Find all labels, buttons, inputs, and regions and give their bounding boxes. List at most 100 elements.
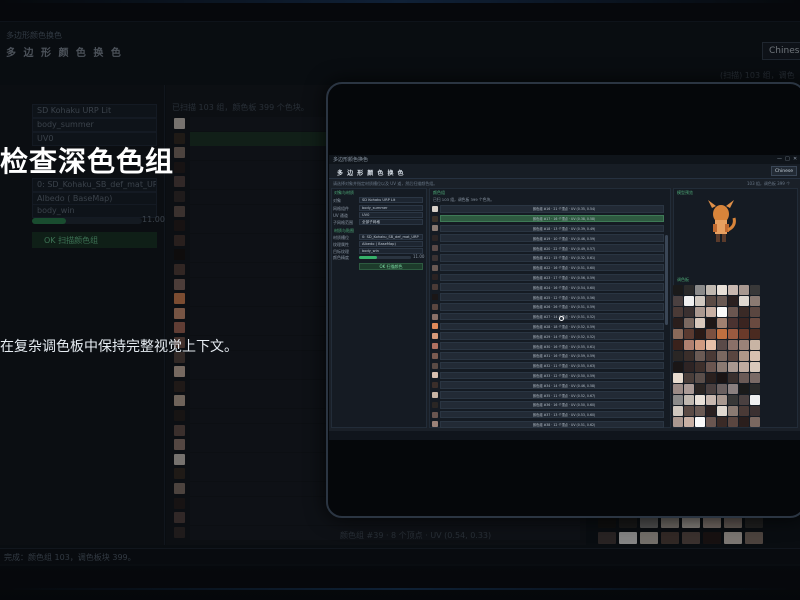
color-group-row[interactable]: 颜色组 #26 · 26 个顶点 · UV (0.51, 0.59) bbox=[431, 302, 665, 312]
palette-cell[interactable] bbox=[684, 384, 694, 394]
palette-cell[interactable] bbox=[728, 384, 738, 394]
palette-cell[interactable] bbox=[739, 329, 749, 339]
color-group-row[interactable]: 颜色组 #34 · 14 个顶点 · UV (0.46, 0.58) bbox=[431, 380, 665, 390]
palette-cell[interactable] bbox=[739, 340, 749, 350]
palette-cell[interactable] bbox=[717, 340, 727, 350]
palette-cell[interactable] bbox=[717, 318, 727, 328]
palette-cell[interactable] bbox=[750, 373, 760, 383]
uv-channel-select[interactable]: UV0 bbox=[359, 212, 423, 218]
palette-cell[interactable] bbox=[739, 351, 749, 361]
palette-cell[interactable] bbox=[673, 406, 683, 416]
palette-cell[interactable] bbox=[706, 318, 716, 328]
palette-cell[interactable] bbox=[750, 296, 760, 306]
color-group-row[interactable]: 颜色组 #27 · 14 个顶点 · UV (0.51, 0.52) bbox=[431, 312, 665, 322]
color-group-row[interactable]: 颜色组 #17 · 16 个顶点 · UV (0.38, 0.58) bbox=[431, 214, 665, 224]
color-group-row[interactable]: 颜色组 #35 · 11 个顶点 · UV (0.52, 0.67) bbox=[431, 390, 665, 400]
palette-cell[interactable] bbox=[695, 285, 705, 295]
palette-cell[interactable] bbox=[695, 296, 705, 306]
color-group-row[interactable]: 颜色组 #18 · 13 个顶点 · UV (0.39, 0.49) bbox=[431, 224, 665, 234]
palette-cell[interactable] bbox=[750, 406, 760, 416]
color-group-row[interactable]: 颜色组 #25 · 12 个顶点 · UV (0.55, 0.56) bbox=[431, 292, 665, 302]
palette-cell[interactable] bbox=[673, 329, 683, 339]
palette-cell[interactable] bbox=[684, 373, 694, 383]
palette-cell[interactable] bbox=[728, 285, 738, 295]
palette-cell[interactable] bbox=[695, 373, 705, 383]
palette-cell[interactable] bbox=[684, 417, 694, 427]
palette-cell[interactable] bbox=[695, 318, 705, 328]
language-select[interactable]: Chinese bbox=[771, 166, 797, 176]
material-slot-select[interactable]: 0: SD_Kohaku_SB_def_mat_URP bbox=[359, 234, 423, 240]
palette-cell[interactable] bbox=[706, 373, 716, 383]
palette-cell[interactable] bbox=[673, 351, 683, 361]
texture-property-select[interactable]: Albedo ( BaseMap) bbox=[359, 241, 423, 247]
color-group-row[interactable]: 颜色组 #19 · 10 个顶点 · UV (0.46, 0.59) bbox=[431, 233, 665, 243]
palette-cell[interactable] bbox=[717, 362, 727, 372]
object-field[interactable]: SD Kohaku URP Lit bbox=[359, 197, 423, 203]
palette-cell[interactable] bbox=[706, 362, 716, 372]
palette-cell[interactable] bbox=[717, 406, 727, 416]
palette-cell[interactable] bbox=[739, 307, 749, 317]
palette-cell[interactable] bbox=[695, 417, 705, 427]
palette-cell[interactable] bbox=[750, 285, 760, 295]
palette-cell[interactable] bbox=[673, 362, 683, 372]
palette-cell[interactable] bbox=[684, 318, 694, 328]
palette-cell[interactable] bbox=[673, 340, 683, 350]
list-scrollbar[interactable] bbox=[665, 235, 668, 325]
palette-cell[interactable] bbox=[750, 340, 760, 350]
palette-cell[interactable] bbox=[695, 340, 705, 350]
palette-cell[interactable] bbox=[706, 285, 716, 295]
palette-cell[interactable] bbox=[684, 351, 694, 361]
palette-cell[interactable] bbox=[728, 329, 738, 339]
color-group-row[interactable]: 颜色组 #23 · 17 个顶点 · UV (0.56, 0.59) bbox=[431, 273, 665, 283]
color-group-row[interactable]: 颜色组 #38 · 12 个顶点 · UV (0.51, 0.62) bbox=[431, 420, 665, 430]
palette-cell[interactable] bbox=[739, 285, 749, 295]
palette-cell[interactable] bbox=[684, 307, 694, 317]
palette-cell[interactable] bbox=[750, 417, 760, 427]
palette-cell[interactable] bbox=[739, 417, 749, 427]
color-group-row[interactable]: 颜色组 #24 · 16 个顶点 · UV (0.54, 0.60) bbox=[431, 282, 665, 292]
scan-button[interactable]: OK 扫描颜色 bbox=[359, 263, 423, 270]
color-group-row[interactable]: 颜色组 #20 · 22 个顶点 · UV (0.49, 0.57) bbox=[431, 243, 665, 253]
palette-cell[interactable] bbox=[717, 329, 727, 339]
palette-cell[interactable] bbox=[728, 362, 738, 372]
palette-cell[interactable] bbox=[728, 318, 738, 328]
palette-cell[interactable] bbox=[673, 318, 683, 328]
palette-cell[interactable] bbox=[739, 362, 749, 372]
color-group-row[interactable]: 颜色组 #30 · 16 个顶点 · UV (0.55, 0.61) bbox=[431, 341, 665, 351]
palette-cell[interactable] bbox=[739, 384, 749, 394]
palette-cell[interactable] bbox=[673, 373, 683, 383]
palette-cell[interactable] bbox=[673, 384, 683, 394]
palette-cell[interactable] bbox=[717, 296, 727, 306]
minimize-icon[interactable]: — bbox=[777, 156, 782, 162]
palette-cell[interactable] bbox=[717, 351, 727, 361]
palette-cell[interactable] bbox=[750, 395, 760, 405]
palette-cell[interactable] bbox=[695, 307, 705, 317]
palette-cell[interactable] bbox=[684, 329, 694, 339]
palette-cell[interactable] bbox=[706, 296, 716, 306]
palette-cell[interactable] bbox=[750, 384, 760, 394]
palette-cell[interactable] bbox=[706, 307, 716, 317]
palette-cell[interactable] bbox=[728, 373, 738, 383]
palette-cell[interactable] bbox=[673, 307, 683, 317]
color-group-row[interactable]: 颜色组 #28 · 18 个顶点 · UV (0.52, 0.59) bbox=[431, 322, 665, 332]
color-group-row[interactable]: 颜色组 #31 · 16 个顶点 · UV (0.59, 0.59) bbox=[431, 351, 665, 361]
palette-cell[interactable] bbox=[706, 417, 716, 427]
palette-cell[interactable] bbox=[706, 384, 716, 394]
palette-cell[interactable] bbox=[717, 417, 727, 427]
palette-cell[interactable] bbox=[684, 362, 694, 372]
palette-cell[interactable] bbox=[695, 384, 705, 394]
color-group-row[interactable]: 颜色组 #29 · 14 个顶点 · UV (0.52, 0.52) bbox=[431, 331, 665, 341]
palette-cell[interactable] bbox=[728, 296, 738, 306]
palette-cell[interactable] bbox=[728, 307, 738, 317]
color-group-row[interactable]: 颜色组 #37 · 13 个顶点 · UV (0.53, 0.60) bbox=[431, 410, 665, 420]
palette-cell[interactable] bbox=[750, 318, 760, 328]
palette-cell[interactable] bbox=[728, 340, 738, 350]
palette-cell[interactable] bbox=[684, 296, 694, 306]
palette-cell[interactable] bbox=[717, 285, 727, 295]
palette-cell[interactable] bbox=[717, 373, 727, 383]
color-group-row[interactable]: 颜色组 #16 · 21 个顶点 · UV (0.35, 0.54) bbox=[431, 204, 665, 214]
palette-cell[interactable] bbox=[695, 395, 705, 405]
palette-cell[interactable] bbox=[728, 351, 738, 361]
palette-cell[interactable] bbox=[684, 406, 694, 416]
color-group-row[interactable]: 颜色组 #33 · 12 个顶点 · UV (0.50, 0.59) bbox=[431, 371, 665, 381]
